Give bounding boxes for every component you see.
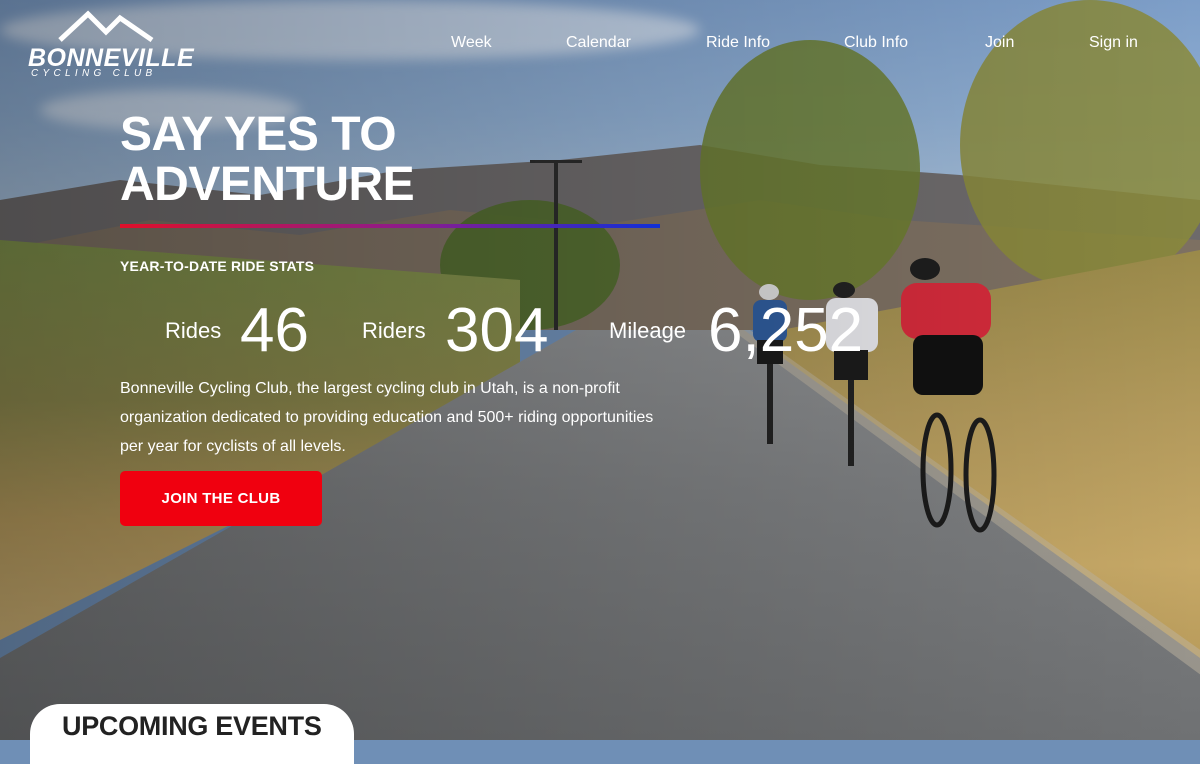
stat-riders-label: Riders — [362, 318, 426, 343]
headline-line-1: SAY YES TO — [120, 108, 397, 161]
join-club-button[interactable]: JOIN THE CLUB — [120, 471, 322, 526]
stat-rides-value: 46 — [240, 296, 309, 365]
main-nav: Week Calendar Ride Info Club Info Join S… — [450, 34, 1170, 54]
nav-join[interactable]: Join — [985, 34, 1014, 52]
headline-underline — [120, 224, 660, 228]
stat-riders-value: 304 — [445, 296, 549, 365]
nav-calendar[interactable]: Calendar — [566, 34, 631, 52]
nav-club-info[interactable]: Club Info — [844, 34, 908, 52]
club-logo[interactable]: BONNEVILLE CYCLING CLUB — [28, 10, 194, 80]
stats-title: YEAR-TO-DATE RIDE STATS — [120, 258, 315, 274]
headline-line-2: ADVENTURE — [120, 158, 415, 211]
nav-ride-info[interactable]: Ride Info — [706, 34, 770, 52]
stat-mileage-label: Mileage — [609, 318, 687, 343]
hero-headline: SAY YES TO ADVENTURE — [120, 110, 640, 210]
hero-description: Bonneville Cycling Club, the largest cyc… — [120, 380, 654, 455]
mountain-logo-icon — [58, 10, 154, 42]
stat-rides-label: Rides — [165, 318, 222, 343]
nav-sign-in[interactable]: Sign in — [1089, 34, 1138, 52]
upcoming-events-title: UPCOMING EVENTS — [62, 711, 322, 741]
logo-tagline: CYCLING CLUB — [31, 68, 157, 79]
stat-mileage-value: 6,252 — [708, 296, 864, 365]
nav-week[interactable]: Week — [451, 34, 492, 52]
